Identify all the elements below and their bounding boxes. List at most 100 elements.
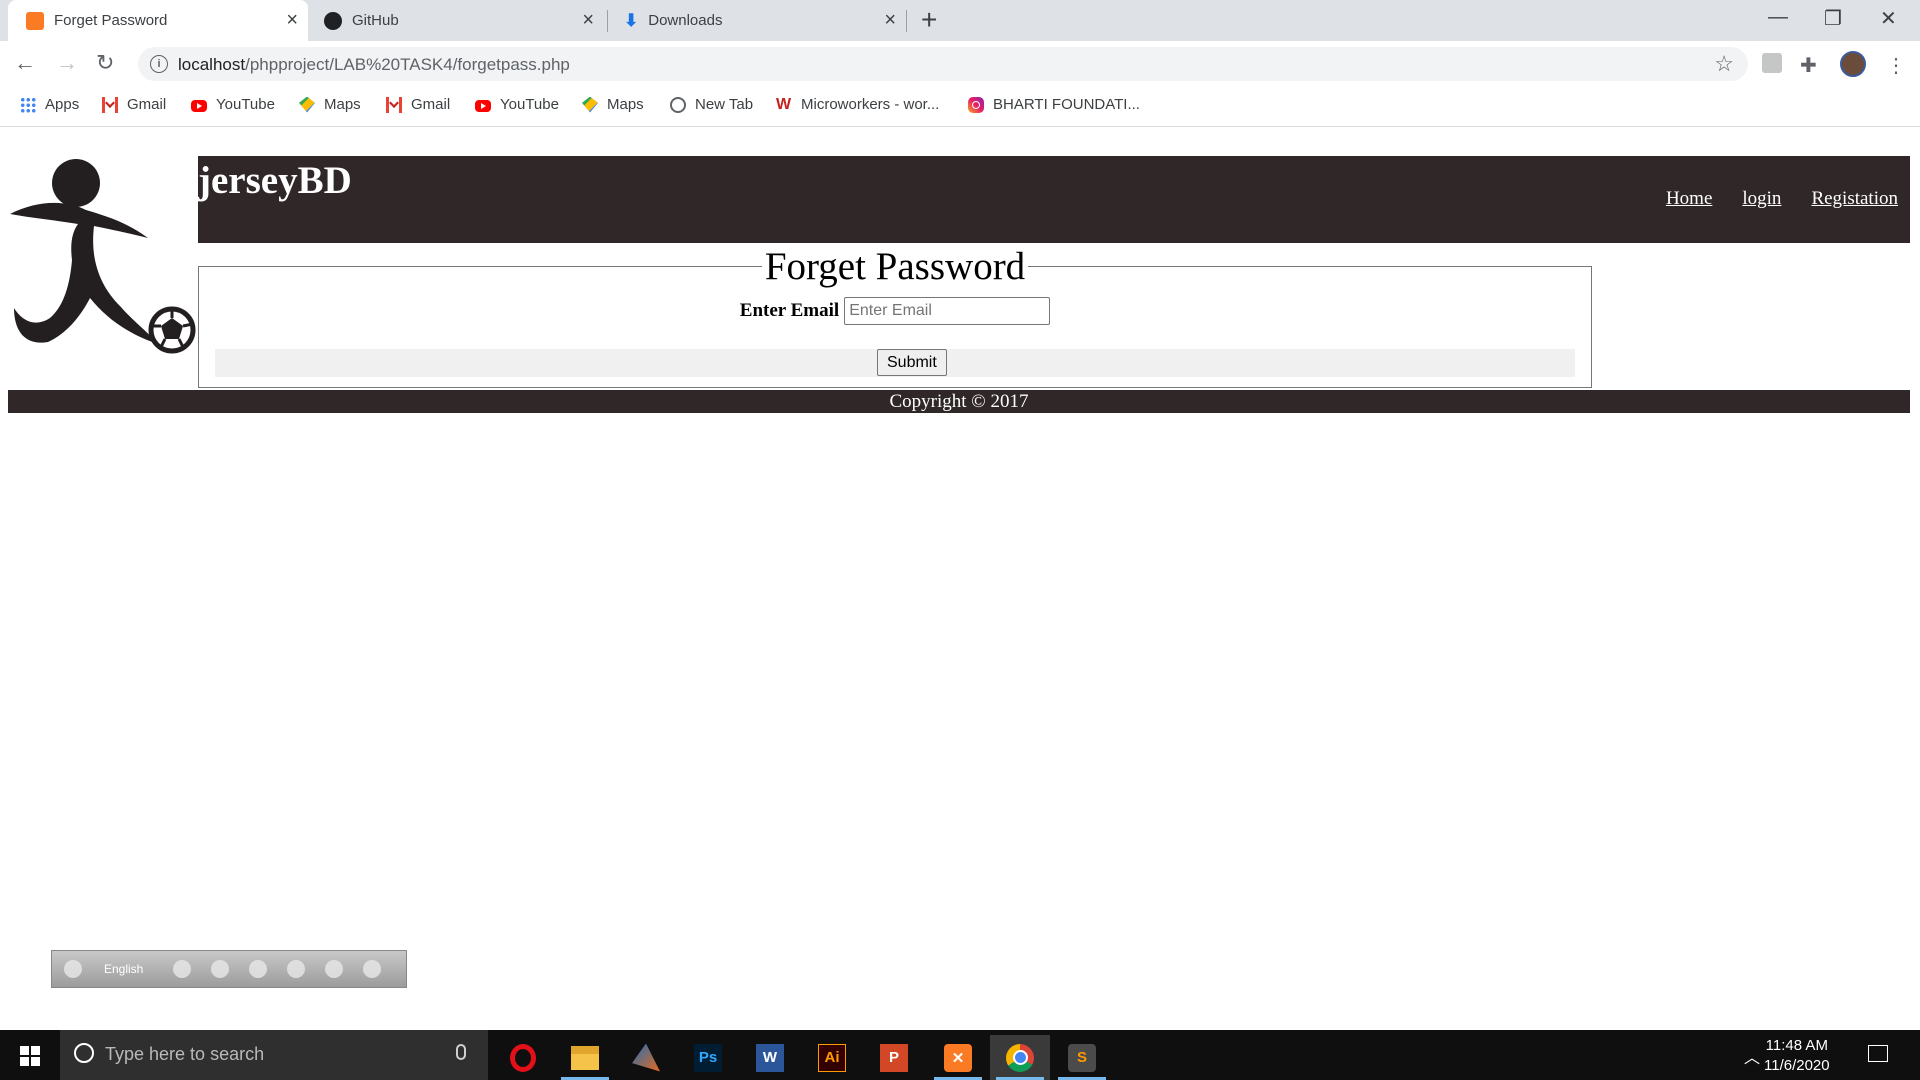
email-label: Enter Email [739, 300, 840, 321]
microphone-icon[interactable] [456, 1044, 466, 1060]
cortana-icon [74, 1043, 94, 1063]
close-icon[interactable]: × [884, 10, 896, 30]
site-footer: Copyright © 2017 [8, 390, 1910, 413]
puzzle-icon[interactable]: ✚ [1800, 53, 1817, 78]
microworkers-icon: W [776, 95, 792, 113]
bookmark-apps[interactable]: Apps [20, 96, 79, 113]
bookmark-label: YouTube [216, 96, 275, 113]
email-row: Enter Email [199, 297, 1591, 325]
opera-icon[interactable] [493, 1035, 553, 1080]
github-icon [324, 11, 342, 30]
gmail-icon [102, 96, 118, 113]
bookmark-label: Maps [607, 96, 644, 113]
submit-row: Submit [215, 349, 1575, 377]
new-tab-button[interactable]: + [921, 6, 937, 34]
taskbar-clock[interactable]: 11:48 AM 11/6/2020 [1764, 1036, 1830, 1076]
youtube-icon [191, 99, 207, 112]
bookmark-gmail[interactable]: Gmail [102, 96, 166, 113]
tray-chevron-up-icon[interactable]: ︿ [1744, 1044, 1760, 1068]
ime-icon[interactable] [64, 960, 82, 978]
browser-toolbar: ← → ↻ i localhost/phpproject/LAB%20TASK4… [0, 41, 1920, 88]
reload-button[interactable]: ↻ [96, 51, 114, 75]
apps-icon [20, 96, 36, 113]
file-explorer-icon[interactable] [555, 1035, 615, 1080]
xampp-icon[interactable]: ✕ [928, 1035, 988, 1080]
close-icon[interactable]: × [582, 10, 594, 30]
tab-strip: Forget Password × GitHub × ⬇ Downloads ×… [0, 0, 1920, 41]
bookmark-star-icon[interactable]: ☆ [1714, 51, 1734, 77]
extension-icon[interactable] [1762, 53, 1782, 73]
url-path: /phpproject/LAB%20TASK4/forgetpass.php [245, 55, 570, 74]
clock-time: 11:48 AM [1765, 1037, 1828, 1054]
instagram-icon [968, 96, 984, 113]
photoshop-icon[interactable]: Ps [678, 1035, 738, 1080]
language-label[interactable]: English [104, 962, 143, 976]
bookmark-bharti-foundation[interactable]: BHARTI FOUNDATI... [968, 96, 1140, 113]
illustrator-icon[interactable]: Ai [802, 1035, 862, 1080]
bookmark-label: Microworkers - wor... [801, 96, 940, 113]
back-button[interactable]: ← [14, 51, 36, 75]
restore-button[interactable]: ❐ [1824, 6, 1842, 31]
taskbar-search[interactable]: Type here to search [60, 1030, 488, 1080]
ie-icon[interactable] [287, 960, 306, 978]
bookmark-maps[interactable]: Maps [299, 96, 361, 113]
tab-github[interactable]: GitHub × [308, 0, 604, 41]
powerpoint-icon[interactable]: P [864, 1035, 924, 1080]
tab-forget-password[interactable]: Forget Password × [8, 0, 308, 41]
minimize-button[interactable]: — [1768, 6, 1788, 29]
language-bar[interactable]: English [51, 950, 407, 988]
site-title: jerseyBD [198, 159, 352, 202]
word-icon[interactable]: W [740, 1035, 800, 1080]
menu-icon[interactable]: ⋮ [1886, 53, 1906, 78]
tab-title: Downloads [648, 12, 723, 29]
hand-icon[interactable] [211, 960, 230, 978]
bookmark-label: YouTube [500, 96, 559, 113]
tab-downloads[interactable]: ⬇ Downloads × [608, 0, 906, 41]
globe-icon [670, 96, 686, 113]
site-header: jerseyBD Home login Registation [198, 156, 1910, 243]
clock-date: 11/6/2020 [1764, 1057, 1830, 1074]
help-icon[interactable] [325, 960, 344, 978]
matlab-icon[interactable] [616, 1035, 676, 1080]
keyboard-icon[interactable] [173, 960, 192, 978]
nav-registration-link[interactable]: Registation [1811, 188, 1898, 210]
download-icon: ⬇ [624, 10, 639, 30]
info-icon[interactable] [363, 960, 382, 978]
form-legend: Forget Password [199, 245, 1591, 289]
windows-start-icon[interactable] [20, 1046, 40, 1066]
maps-icon [582, 96, 598, 113]
info-icon[interactable]: i [150, 55, 168, 73]
forward-button[interactable]: → [56, 51, 78, 75]
bookmark-label: Gmail [411, 96, 451, 113]
nav-home-link[interactable]: Home [1666, 188, 1712, 210]
bookmark-label: Gmail [127, 96, 167, 113]
form-legend-text: Forget Password [761, 245, 1029, 288]
url-text[interactable]: localhost/phpproject/LAB%20TASK4/forgetp… [178, 55, 570, 75]
bookmark-youtube[interactable]: YouTube [191, 96, 275, 113]
email-input[interactable] [844, 297, 1051, 325]
settings-icon[interactable] [249, 960, 268, 978]
notification-icon[interactable] [1868, 1045, 1888, 1062]
maps-icon [299, 96, 315, 113]
address-bar[interactable]: i localhost/phpproject/LAB%20TASK4/forge… [138, 47, 1748, 81]
sublime-text-icon[interactable]: S [1052, 1035, 1112, 1080]
bookmark-new-tab[interactable]: New Tab [670, 96, 753, 113]
close-window-button[interactable]: ✕ [1880, 6, 1897, 31]
bookmark-gmail[interactable]: Gmail [386, 96, 450, 113]
copyright-text: Copyright © 2017 [889, 391, 1029, 412]
close-icon[interactable]: × [286, 10, 298, 30]
xampp-icon [26, 11, 44, 30]
youtube-icon [475, 99, 491, 112]
tab-title: Forget Password [54, 12, 168, 29]
bookmark-label: Maps [324, 96, 361, 113]
bookmark-youtube[interactable]: YouTube [475, 96, 559, 113]
chrome-icon[interactable] [990, 1035, 1050, 1080]
profile-avatar[interactable] [1840, 51, 1866, 77]
bookmark-label: New Tab [695, 96, 754, 113]
nav-login-link[interactable]: login [1742, 188, 1781, 210]
bookmark-label: Apps [45, 96, 80, 113]
bookmark-microworkers[interactable]: W Microworkers - wor... [776, 96, 939, 113]
bookmark-label: BHARTI FOUNDATI... [993, 96, 1140, 113]
submit-button[interactable]: Submit [877, 349, 947, 376]
bookmark-maps[interactable]: Maps [582, 96, 644, 113]
